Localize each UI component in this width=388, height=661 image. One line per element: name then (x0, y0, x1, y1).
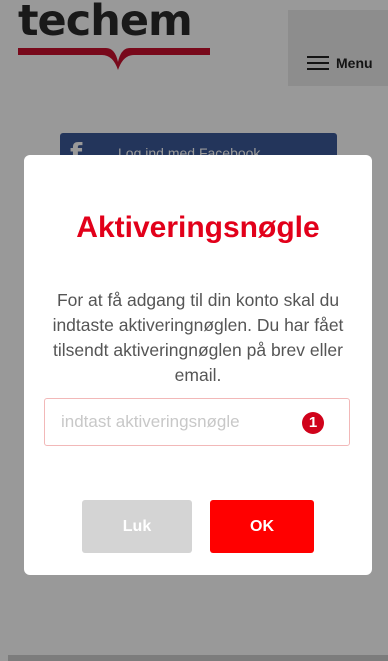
close-button[interactable]: Luk (82, 500, 192, 553)
dialog-title: Aktiveringsnøgle (76, 211, 320, 244)
error-icon: 1 (302, 412, 324, 434)
ok-button[interactable]: OK (210, 500, 314, 553)
dialog-message: For at få adgang til din konto skal du i… (52, 290, 344, 385)
activation-key-dialog: Aktiveringsnøgle For at få adgang til di… (24, 155, 372, 575)
